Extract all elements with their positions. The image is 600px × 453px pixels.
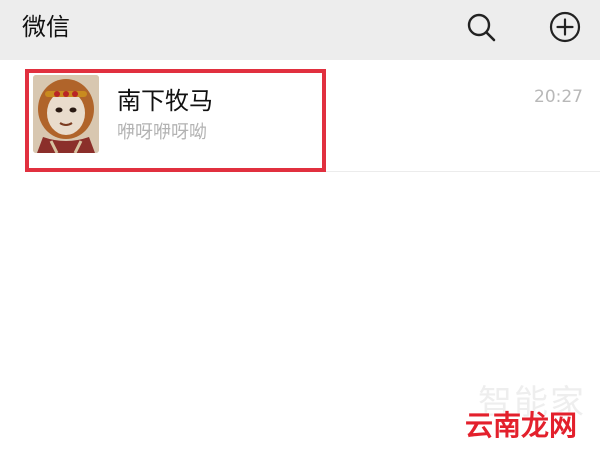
add-button[interactable] [548, 10, 582, 44]
row-divider [110, 171, 600, 172]
search-icon [467, 13, 496, 42]
chat-name: 南下牧马 [117, 87, 213, 115]
message-time: 20:27 [534, 87, 583, 107]
top-app-bar: 微信 [0, 0, 600, 60]
search-button[interactable] [464, 10, 498, 44]
watermark-main-text: 云南龙网 [465, 409, 578, 442]
plus-circle-icon [549, 11, 581, 43]
avatar[interactable] [33, 75, 99, 153]
app-title: 微信 [22, 13, 70, 41]
chat-list-item[interactable]: 南下牧马 咿呀咿呀呦 20:27 [0, 68, 600, 172]
monkey-king-avatar-icon [33, 75, 99, 153]
last-message-preview: 咿呀咿呀呦 [117, 122, 207, 143]
